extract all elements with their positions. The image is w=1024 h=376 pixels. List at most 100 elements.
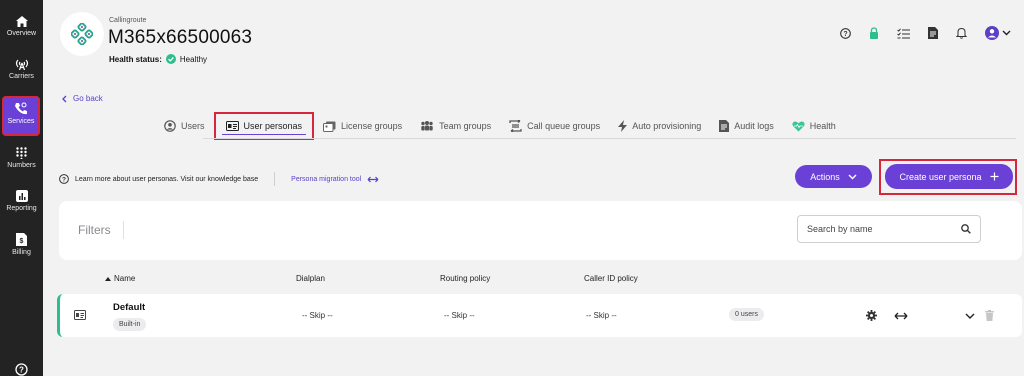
svg-text:?: ? bbox=[19, 366, 24, 375]
column-header-name[interactable]: Name bbox=[105, 274, 135, 283]
antenna-icon bbox=[15, 59, 28, 70]
nav-item-help[interactable]: ? bbox=[0, 363, 43, 376]
tab-label: License groups bbox=[341, 121, 403, 131]
chevron-down-icon[interactable] bbox=[965, 313, 975, 319]
health-status: Health status: Healthy bbox=[109, 54, 207, 64]
search-box[interactable] bbox=[797, 215, 981, 243]
create-user-persona-button[interactable]: Create user persona bbox=[885, 164, 1013, 189]
id-card-icon bbox=[74, 310, 86, 320]
tab-license-groups[interactable]: License groups bbox=[314, 114, 411, 138]
tab-label: Call queue groups bbox=[527, 121, 601, 131]
tab-label: Health bbox=[809, 121, 836, 131]
nav-item-reporting[interactable]: Reporting bbox=[0, 190, 43, 212]
tab-health[interactable]: Health bbox=[783, 114, 845, 138]
tab-call-queue-groups[interactable]: Call queue groups bbox=[500, 114, 609, 138]
left-nav: Overview Carriers Services Numbers Repor… bbox=[0, 0, 43, 376]
users-icon bbox=[164, 120, 176, 132]
id-card-icon bbox=[225, 121, 239, 131]
go-back-link[interactable]: Go back bbox=[62, 94, 103, 103]
health-value: Healthy bbox=[179, 54, 208, 64]
plus-icon bbox=[990, 172, 999, 181]
swap-arrows-icon bbox=[367, 176, 379, 182]
dialplan-cell: -- Skip -- bbox=[302, 311, 333, 320]
user-menu-button[interactable] bbox=[985, 26, 1011, 40]
bell-icon bbox=[956, 27, 967, 39]
chevron-down-icon bbox=[1002, 30, 1011, 36]
nav-item-numbers[interactable]: Numbers bbox=[0, 147, 43, 169]
go-back-label: Go back bbox=[73, 94, 103, 103]
help-icon: ? bbox=[840, 27, 851, 39]
nav-label: Carriers bbox=[9, 73, 34, 80]
queue-icon bbox=[509, 120, 522, 132]
divider bbox=[274, 172, 276, 186]
column-header-routing-policy: Routing policy bbox=[440, 274, 491, 283]
actions-button[interactable]: Actions bbox=[795, 165, 872, 188]
security-button[interactable] bbox=[869, 27, 879, 39]
chevron-left-icon bbox=[62, 95, 67, 102]
help-icon: ? bbox=[15, 363, 28, 376]
main-content: Callingroute M365x66500063 Health status… bbox=[43, 0, 1024, 376]
tab-users[interactable]: Users bbox=[155, 114, 214, 138]
nav-item-overview[interactable]: Overview bbox=[0, 16, 43, 37]
knowledge-base-link[interactable]: Learn more about user personas. Visit ou… bbox=[75, 176, 258, 183]
info-bar: ? Learn more about user personas. Visit … bbox=[59, 172, 379, 186]
chevron-down-icon bbox=[848, 174, 857, 179]
svg-text:$: $ bbox=[20, 238, 24, 245]
health-label: Health status: bbox=[109, 54, 162, 64]
search-input[interactable] bbox=[807, 224, 947, 234]
tab-auto-provisioning[interactable]: Auto provisioning bbox=[609, 114, 710, 138]
persona-migration-link[interactable]: Persona migration tool bbox=[291, 176, 379, 183]
phone-settings-icon bbox=[15, 102, 27, 115]
trash-icon[interactable] bbox=[985, 310, 994, 321]
create-label: Create user persona bbox=[899, 171, 982, 182]
document-icon bbox=[928, 27, 938, 39]
swap-arrows-icon[interactable] bbox=[894, 312, 908, 320]
documents-button[interactable] bbox=[928, 27, 938, 39]
tab-audit-logs[interactable]: Audit logs bbox=[710, 114, 783, 138]
nav-label: Numbers bbox=[7, 162, 36, 169]
help-icon: ? bbox=[59, 174, 69, 184]
document-icon bbox=[719, 120, 730, 132]
routing-policy-cell: -- Skip -- bbox=[444, 311, 475, 320]
bar-chart-icon bbox=[15, 190, 28, 202]
nav-item-billing[interactable]: $ Billing bbox=[0, 233, 43, 256]
lightning-icon bbox=[618, 120, 628, 132]
user-count-badge: 0 users bbox=[729, 308, 764, 321]
tab-label: Audit logs bbox=[734, 121, 774, 131]
tab-label: Team groups bbox=[439, 121, 492, 131]
tab-team-groups[interactable]: Team groups bbox=[411, 114, 500, 138]
column-header-dialplan: Dialplan bbox=[296, 274, 325, 283]
built-in-badge: Built-in bbox=[113, 318, 147, 331]
heart-icon bbox=[792, 121, 805, 131]
nav-item-services[interactable]: Services bbox=[2, 96, 40, 136]
invoice-icon: $ bbox=[16, 233, 27, 246]
page-title: M365x66500063 bbox=[108, 27, 253, 48]
filters-title: Filters bbox=[78, 223, 111, 237]
sort-asc-icon bbox=[105, 276, 111, 281]
search-icon[interactable] bbox=[961, 224, 971, 234]
column-header-caller-id-policy: Caller ID policy bbox=[584, 274, 638, 283]
actions-label: Actions bbox=[810, 171, 840, 182]
header-toolbar: ? bbox=[840, 26, 1011, 40]
caller-id-policy-cell: -- Skip -- bbox=[586, 311, 617, 320]
persona-migration-label: Persona migration tool bbox=[291, 175, 362, 183]
tab-label: Auto provisioning bbox=[632, 121, 702, 131]
check-circle-icon bbox=[165, 54, 176, 64]
lock-icon bbox=[870, 27, 878, 39]
nav-label: Billing bbox=[12, 249, 31, 256]
license-icon bbox=[323, 121, 336, 132]
tab-user-personas[interactable]: User personas bbox=[213, 112, 315, 140]
svg-text:?: ? bbox=[62, 177, 66, 184]
dialpad-icon bbox=[16, 147, 27, 159]
gear-icon[interactable] bbox=[866, 310, 877, 321]
nav-item-carriers[interactable]: Carriers bbox=[0, 59, 43, 80]
network-logo-icon bbox=[71, 23, 93, 45]
tab-bar: Users User personas License groups Team … bbox=[155, 112, 845, 140]
checklist-icon bbox=[897, 27, 910, 39]
table-row[interactable]: Default Built-in -- Skip -- -- Skip -- -… bbox=[57, 294, 1022, 337]
help-button[interactable]: ? bbox=[840, 27, 851, 39]
tasks-button[interactable] bbox=[897, 27, 910, 39]
tab-label: User personas bbox=[243, 121, 303, 131]
column-label: Name bbox=[114, 274, 136, 283]
notifications-button[interactable] bbox=[956, 27, 967, 39]
